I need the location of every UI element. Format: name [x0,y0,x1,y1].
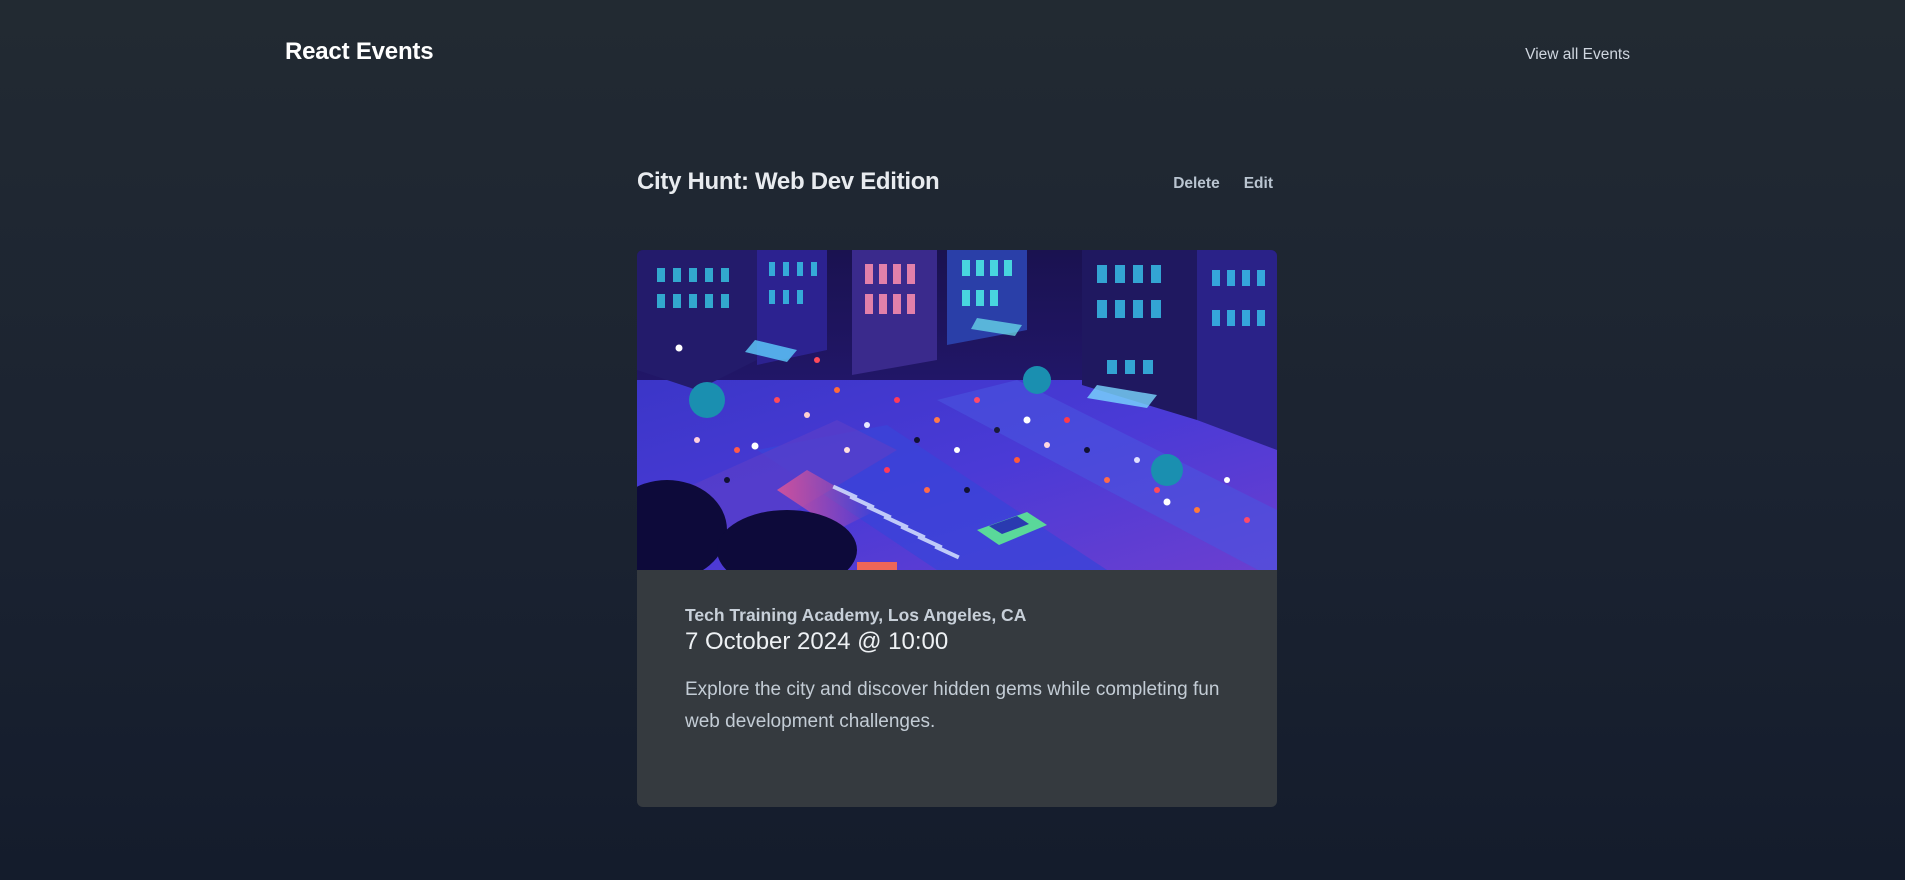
city-illustration [637,250,1277,570]
event-header: City Hunt: Web Dev Edition Delete Edit [637,168,1277,202]
site-header: React Events View all Events [285,38,1630,72]
event-details: Tech Training Academy, Los Angeles, CA 7… [685,605,1230,738]
brand-logo-link[interactable]: React Events [285,38,434,66]
event-image [637,250,1277,570]
event-card: Tech Training Academy, Los Angeles, CA 7… [637,250,1277,807]
event-description: Explore the city and discover hidden gem… [685,679,1220,732]
event-title: City Hunt: Web Dev Edition [637,168,940,195]
event-location: Tech Training Academy, Los Angeles, CA [685,605,1027,625]
event-datetime: 7 October 2024 @ 10:00 [685,628,949,655]
edit-button[interactable]: Edit [1244,175,1273,193]
delete-button[interactable]: Delete [1173,175,1220,193]
event-actions: Delete Edit [1173,175,1273,193]
view-all-events-link[interactable]: View all Events [1525,46,1630,64]
